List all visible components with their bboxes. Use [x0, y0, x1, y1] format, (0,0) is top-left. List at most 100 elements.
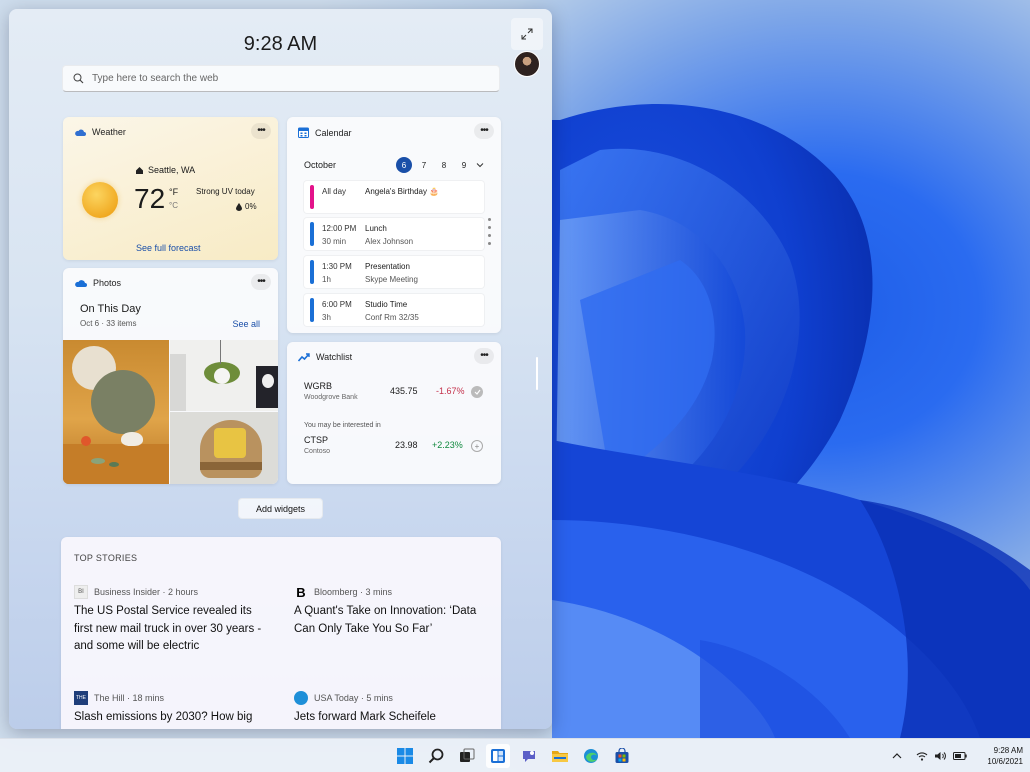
checkmark-icon[interactable]	[471, 386, 483, 398]
story-source: B Bloomberg · 3 mins	[294, 584, 489, 600]
calendar-month: October	[304, 160, 337, 170]
stock-price: 435.75	[390, 386, 418, 396]
event-color-bar	[310, 298, 314, 322]
event-detail: Alex Johnson	[365, 237, 414, 246]
story-source-label: Business Insider · 2 hours	[94, 587, 199, 597]
taskbar: 9:28 AM 10/6/2021	[0, 738, 1030, 772]
weather-condition: Strong UV today	[196, 187, 255, 196]
photos-more-button[interactable]: •••	[251, 274, 271, 290]
story-source: BI Business Insider · 2 hours	[74, 585, 269, 599]
calendar-event[interactable]: 6:00 PM 3h Studio Time Conf Rm 32/35	[304, 294, 484, 326]
news-story[interactable]: B Bloomberg · 3 mins A Quant's Take on I…	[294, 585, 489, 638]
task-view-button[interactable]	[455, 744, 479, 768]
weather-more-button[interactable]: •••	[251, 123, 271, 139]
photos-widget[interactable]: Photos ••• On This Day Oct 6 · 33 items …	[63, 268, 278, 484]
stock-change: +2.23%	[432, 440, 463, 450]
start-button[interactable]	[393, 744, 417, 768]
watchlist-widget[interactable]: Watchlist ••• WGRB Woodgrove Bank 435.75…	[287, 342, 501, 484]
event-name: Angela's Birthday 🎂	[365, 187, 440, 196]
edge-icon	[584, 749, 598, 763]
full-forecast-link[interactable]: See full forecast	[136, 243, 201, 253]
calendar-title: Calendar	[315, 127, 352, 138]
weather-location: Seattle, WA	[135, 165, 195, 175]
see-all-link[interactable]: See all	[232, 319, 260, 329]
calendar-event[interactable]: 1:30 PM 1h Presentation Skype Meeting	[304, 256, 484, 288]
unit-celsius[interactable]: °C	[169, 201, 178, 210]
file-explorer-button[interactable]	[548, 744, 572, 768]
bloomberg-logo-icon: B	[296, 584, 306, 600]
weather-header: Weather	[74, 127, 126, 137]
watchlist-more-button[interactable]: •••	[474, 348, 494, 364]
edge-button[interactable]	[579, 744, 603, 768]
event-detail: Conf Rm 32/35	[365, 313, 419, 322]
chat-button[interactable]	[517, 744, 541, 768]
expand-button[interactable]	[511, 18, 543, 50]
onedrive-icon	[75, 279, 87, 287]
top-stories-widget: TOP STORIES BI Business Insider · 2 hour…	[61, 537, 501, 729]
calendar-event[interactable]: 12:00 PM 30 min Lunch Alex Johnson	[304, 218, 484, 250]
calendar-widget[interactable]: Calendar ••• October 6 7 8 9 All day Ang…	[287, 117, 501, 333]
story-source: THE The Hill · 18 mins	[74, 691, 269, 705]
photo-plant[interactable]	[170, 340, 278, 411]
user-avatar[interactable]	[514, 51, 540, 77]
widgets-button[interactable]	[486, 744, 510, 768]
web-search-box[interactable]	[62, 65, 500, 92]
calendar-day[interactable]: 8	[436, 157, 452, 173]
event-name: Lunch	[365, 224, 387, 233]
taskbar-clock[interactable]: 9:28 AM 10/6/2021	[987, 745, 1023, 767]
taskbar-date: 10/6/2021	[987, 757, 1023, 766]
usa-today-logo-icon	[294, 691, 308, 705]
stock-company: Contoso	[304, 448, 331, 455]
event-duration: 30 min	[322, 237, 347, 246]
news-story[interactable]: THE The Hill · 18 mins Slash emissions b…	[74, 691, 269, 727]
home-icon	[136, 166, 143, 174]
news-story[interactable]: BI Business Insider · 2 hours The US Pos…	[74, 585, 269, 656]
stock-company: Woodgrove Bank	[304, 394, 358, 401]
store-button[interactable]	[610, 744, 634, 768]
cloud-icon	[75, 129, 86, 136]
event-time: 6:00 PM	[322, 300, 352, 309]
chevron-down-icon[interactable]	[476, 162, 484, 168]
story-headline: The US Postal Service revealed its first…	[74, 605, 262, 652]
wifi-icon[interactable]	[916, 751, 928, 761]
add-icon[interactable]: +	[471, 440, 483, 452]
temperature: 72	[134, 183, 166, 214]
story-source-label: USA Today · 5 mins	[314, 693, 393, 703]
weather-widget[interactable]: Weather ••• Seattle, WA 72 °F °C Strong …	[63, 117, 278, 260]
top-stories-heading: TOP STORIES	[74, 553, 138, 563]
calendar-day[interactable]: 9	[456, 157, 472, 173]
calendar-icon	[298, 127, 309, 138]
widgets-icon	[491, 749, 505, 763]
search-icon	[428, 748, 444, 764]
photo-chair[interactable]	[170, 412, 278, 484]
unit-fahrenheit[interactable]: °F	[169, 187, 178, 197]
battery-icon[interactable]	[953, 752, 967, 760]
panel-scrollbar[interactable]	[536, 357, 538, 390]
calendar-more-button[interactable]: •••	[474, 123, 494, 139]
volume-icon[interactable]	[934, 751, 947, 761]
search-input[interactable]	[92, 73, 472, 84]
event-time: 1:30 PM	[322, 262, 352, 271]
task-view-icon	[460, 748, 475, 762]
event-name: Studio Time	[365, 300, 408, 309]
taskbar-search-button[interactable]	[424, 744, 448, 768]
event-detail: Skype Meeting	[365, 275, 418, 284]
news-story[interactable]: USA Today · 5 mins Jets forward Mark Sch…	[294, 691, 489, 727]
stock-symbol[interactable]: WGRB	[304, 381, 332, 391]
event-duration: 1h	[322, 275, 331, 284]
add-widgets-button[interactable]: Add widgets	[238, 498, 323, 519]
taskbar-time: 9:28 AM	[993, 746, 1023, 755]
chevron-up-icon[interactable]	[892, 752, 902, 760]
stock-symbol[interactable]: CTSP	[304, 435, 328, 445]
system-tray[interactable]	[892, 739, 967, 772]
calendar-event[interactable]: All day Angela's Birthday 🎂	[304, 181, 484, 213]
calendar-day-selected[interactable]: 6	[396, 157, 412, 173]
calendar-day[interactable]: 7	[416, 157, 432, 173]
photo-still-life[interactable]	[63, 340, 169, 484]
start-icon	[397, 748, 413, 764]
photos-title: Photos	[93, 278, 122, 288]
watchlist-header: Watchlist	[298, 352, 352, 362]
stock-change: -1.67%	[436, 386, 465, 396]
story-source-label: The Hill · 18 mins	[94, 693, 165, 703]
file-explorer-icon	[552, 751, 568, 762]
